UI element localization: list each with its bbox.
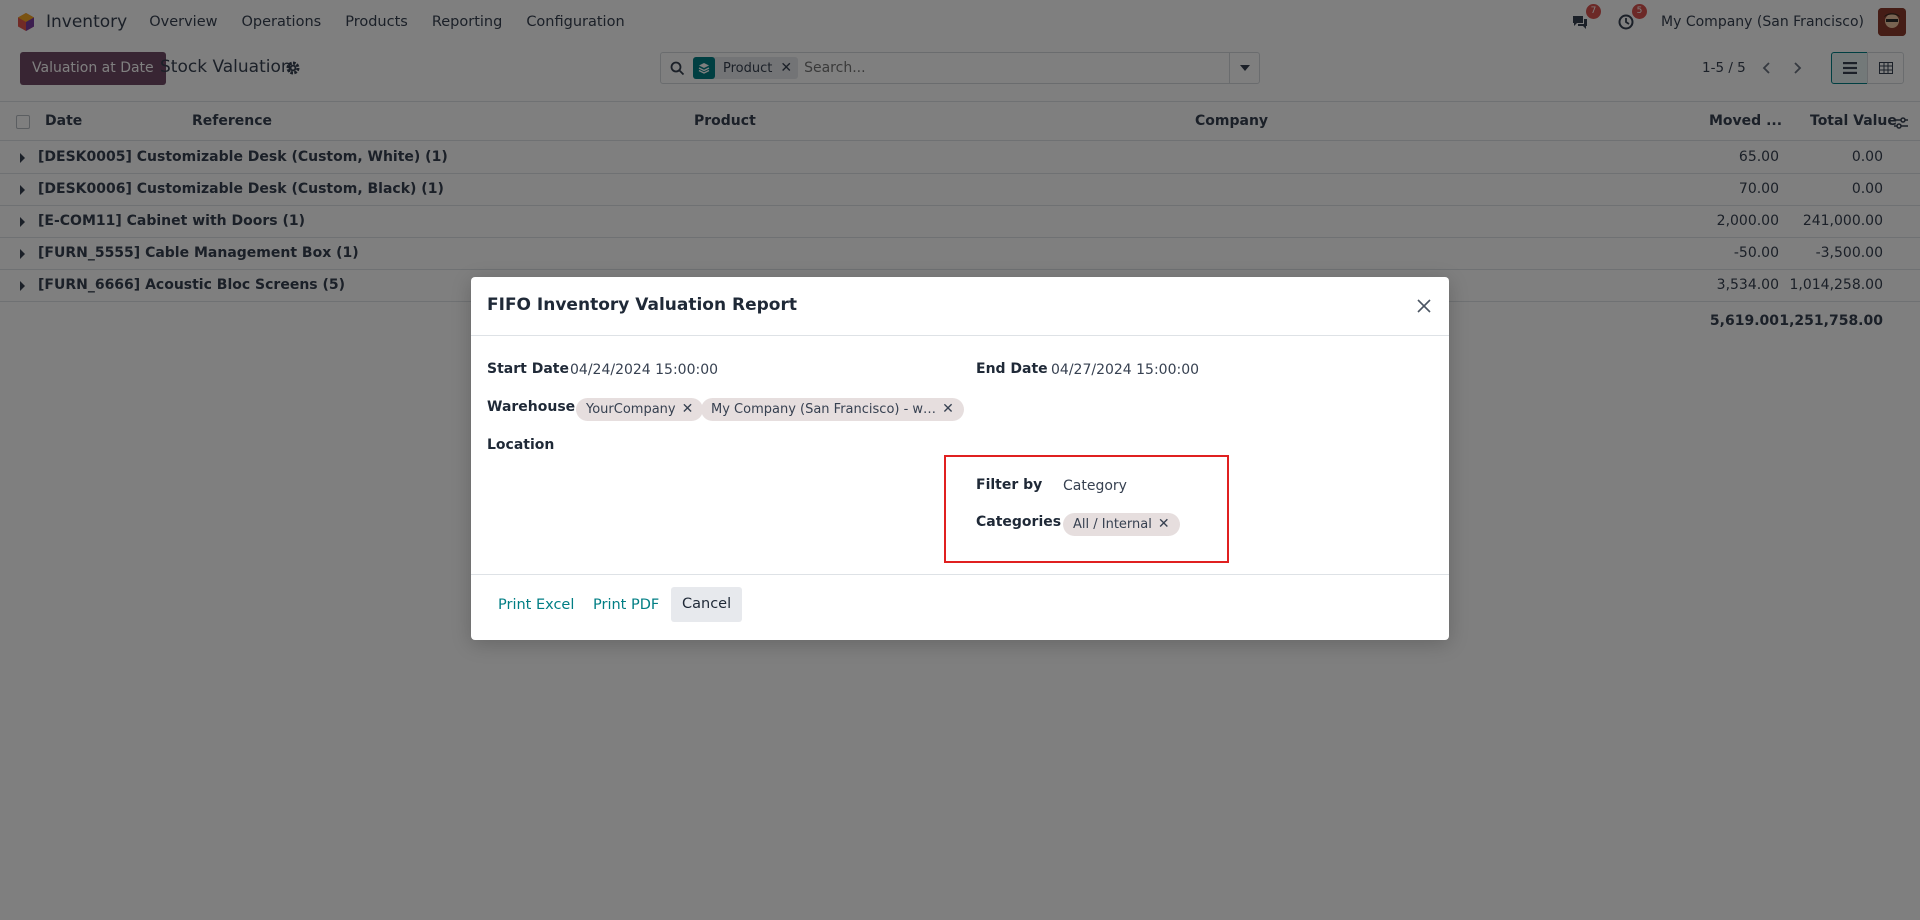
print-pdf-button[interactable]: Print PDF: [593, 597, 659, 613]
warehouse-tag: My Company (San Francisco) - w… ✕: [701, 398, 964, 421]
modal-footer: Print Excel Print PDF Cancel: [471, 574, 1449, 640]
modal-header: FIFO Inventory Valuation Report: [471, 277, 1449, 336]
filter-by-field[interactable]: Category: [1063, 478, 1127, 494]
end-date-field[interactable]: 04/27/2024 15:00:00: [1051, 362, 1199, 378]
start-date-field[interactable]: 04/24/2024 15:00:00: [570, 362, 718, 378]
fifo-report-dialog: FIFO Inventory Valuation Report Start Da…: [471, 277, 1449, 640]
end-date-label: End Date: [976, 361, 1048, 377]
print-excel-button[interactable]: Print Excel: [498, 597, 574, 613]
remove-tag-icon[interactable]: ✕: [942, 401, 954, 417]
remove-tag-icon[interactable]: ✕: [1158, 516, 1170, 532]
start-date-label: Start Date: [487, 361, 569, 377]
warehouse-tag-label: YourCompany: [586, 402, 676, 417]
category-tag-label: All / Internal: [1073, 517, 1152, 532]
location-label: Location: [487, 437, 555, 453]
close-icon[interactable]: [1413, 295, 1435, 317]
cancel-button[interactable]: Cancel: [671, 587, 743, 622]
warehouse-label: Warehouse: [487, 399, 576, 415]
remove-tag-icon[interactable]: ✕: [682, 401, 694, 417]
highlight-box: [944, 455, 1229, 563]
warehouse-tag: YourCompany ✕: [576, 398, 704, 421]
modal-title: FIFO Inventory Valuation Report: [487, 295, 797, 315]
category-tag: All / Internal ✕: [1063, 513, 1180, 536]
filter-by-label: Filter by: [976, 477, 1043, 493]
warehouse-tag-label: My Company (San Francisco) - w…: [711, 402, 937, 417]
categories-label: Categories: [976, 514, 1062, 530]
